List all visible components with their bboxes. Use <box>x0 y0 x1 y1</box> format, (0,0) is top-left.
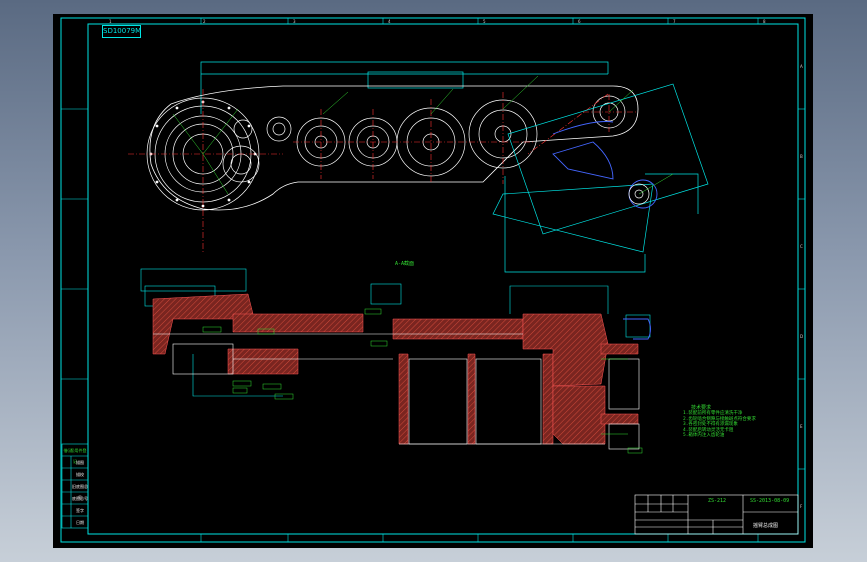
left-table-row: 描图 <box>76 460 84 465</box>
left-table-row: 日期 <box>76 520 84 525</box>
section-label: A-A截面 <box>395 261 415 267</box>
grid-label-top: 5 <box>483 19 486 24</box>
title-block-title: ZS-212 <box>708 498 727 504</box>
title-block-name: 摇臂总成图 <box>753 523 779 529</box>
drawing-code-box: SD10079M <box>102 25 141 38</box>
left-table-row: 签字 <box>76 508 84 513</box>
grid-label-side: E <box>800 424 803 429</box>
notes-line: 3.各密封处不得有渗漏现象 <box>683 422 738 427</box>
grid-ticks <box>61 18 805 542</box>
grid-label-side: A <box>800 64 803 69</box>
plan-view <box>128 61 709 273</box>
left-table-row: 描校 <box>76 472 84 477</box>
drawing-sheet: SD10079M A-A截面 技术要求 1.装配前所有零件应清洗干净 2.齿轮啮… <box>53 14 813 548</box>
grid-label-top: 3 <box>293 19 296 24</box>
notes-line: 5.箱体内注入齿轮油 <box>683 433 725 438</box>
grid-label-top: 6 <box>578 19 581 24</box>
grid-label-top: 7 <box>673 19 676 24</box>
outer-frame <box>60 17 806 543</box>
cad-drawing <box>60 17 806 543</box>
left-table-header: 借(通)用件登记 <box>63 448 87 464</box>
grid-label-side: C <box>800 244 803 249</box>
grid-label-side: D <box>800 334 804 339</box>
title-block-drawing-no: SS-2013-08-09 <box>750 498 790 504</box>
section-view <box>140 268 651 454</box>
left-table-row: 旧底图总号 <box>72 484 88 500</box>
grid-label-side: B <box>800 154 803 159</box>
grid-label-side: F <box>800 504 803 509</box>
grid-label-top: 2 <box>203 19 206 24</box>
grid-label-top: 4 <box>388 19 391 24</box>
notes-line: 1.装配前所有零件应清洗干净 <box>683 411 743 416</box>
grid-label-top: 1 <box>109 19 112 24</box>
left-table-row: 底图总号 <box>72 496 88 501</box>
technical-notes: 技术要求 1.装配前所有零件应清洗干净 2.齿轮啮合侧隙与接触斑点符合要求 3.… <box>683 406 793 439</box>
grid-label-top: 8 <box>763 19 766 24</box>
